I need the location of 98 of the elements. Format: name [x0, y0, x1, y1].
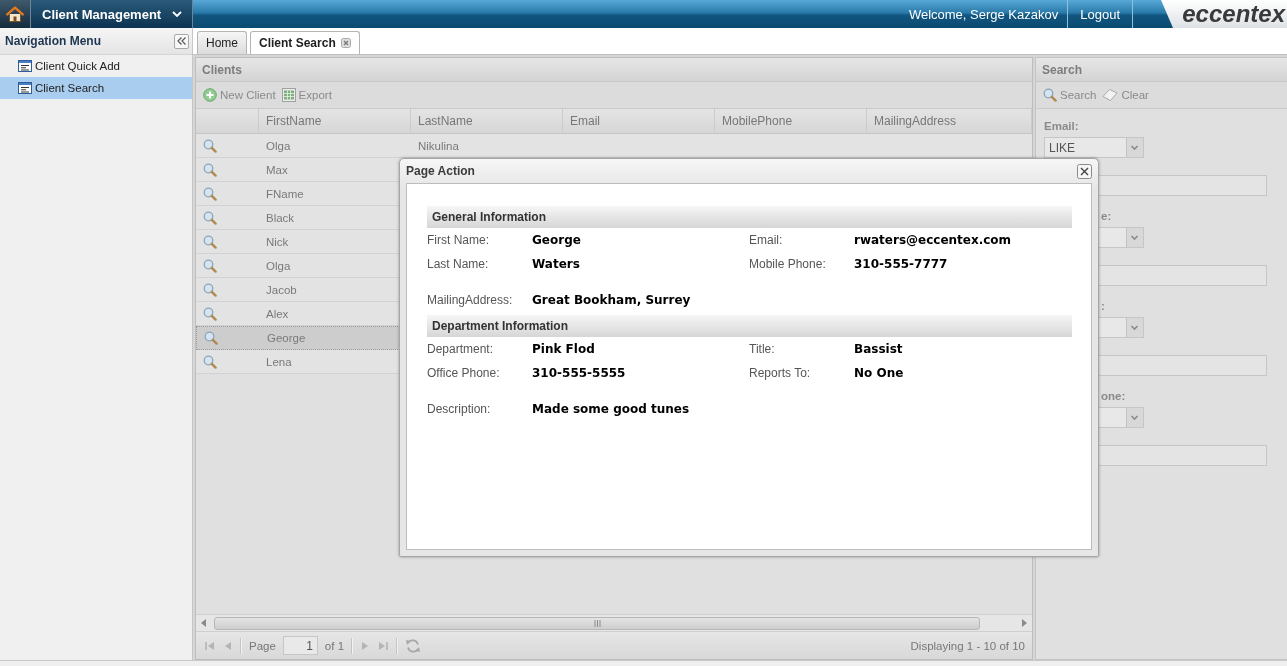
form-icon [18, 82, 32, 94]
form-icon [18, 60, 32, 72]
close-icon[interactable] [340, 38, 351, 48]
table-cell: George [267, 332, 306, 344]
column-header[interactable]: MobilePhone [715, 109, 867, 133]
horizontal-scrollbar[interactable] [196, 614, 1032, 631]
field-label: e: [1101, 209, 1112, 223]
field-value: Great Bookham, Surrey [532, 293, 691, 307]
double-chevron-icon [177, 37, 186, 45]
field-label: Department: [427, 342, 494, 356]
field-label: First Name: [427, 233, 489, 247]
table-cell: Nikulina [418, 139, 459, 152]
table-cell: Olga [266, 139, 291, 152]
field-value: 310-555-5555 [532, 366, 626, 380]
field-label: Email: [1044, 119, 1079, 133]
close-button[interactable] [1077, 163, 1092, 179]
magnifier-icon[interactable] [203, 354, 217, 369]
field-value: Made some good tunes [532, 402, 690, 416]
toolbar-button[interactable]: Search [1041, 86, 1099, 104]
field-label: Office Phone: [427, 366, 500, 380]
magnifier-icon[interactable] [203, 258, 217, 273]
field-label: Reports To: [749, 366, 811, 380]
last-page-icon[interactable] [377, 639, 390, 652]
field-value: rwaters@eccentex.com [854, 233, 1012, 247]
field-value: Pink Flod [532, 342, 595, 356]
sidebar-title: Navigation Menu [5, 34, 101, 48]
refresh-icon[interactable] [405, 637, 422, 654]
field-label: Last Name: [427, 257, 489, 271]
section-header: General Information [427, 206, 1072, 228]
column-header[interactable]: FirstName [259, 109, 411, 133]
dialog-title: Page Action [406, 164, 475, 178]
toolbar-button[interactable]: Clear [1100, 86, 1151, 104]
collapse-button[interactable] [174, 33, 189, 49]
toolbar-button[interactable]: New Client [201, 86, 278, 104]
column-header[interactable]: LastName [411, 109, 563, 133]
tab[interactable]: Client Search [250, 31, 360, 54]
nav-item[interactable]: Client Quick Add [0, 55, 192, 77]
chevron-down-icon[interactable] [1126, 318, 1143, 337]
field-value: Waters [532, 257, 580, 271]
field-label: one: [1101, 389, 1126, 403]
welcome-text: Welcome, Serge Kazakov [908, 6, 1059, 22]
chevron-down-icon[interactable] [1126, 228, 1143, 247]
page-count: of 1 [324, 639, 345, 652]
table-cell: Lena [266, 355, 292, 368]
field-label: Mobile Phone: [749, 257, 826, 271]
magnifier-icon[interactable] [203, 186, 217, 201]
scrollbar-thumb[interactable] [214, 616, 980, 630]
grip-icon [593, 619, 601, 627]
magnifier-icon[interactable] [203, 162, 217, 177]
table-cell: Black [266, 211, 295, 224]
page-label: Page [249, 639, 276, 652]
magnifier-icon[interactable] [203, 234, 217, 249]
toolbar-button[interactable]: Export [279, 86, 334, 104]
field-label: : [1101, 299, 1105, 313]
chevron-down-icon[interactable] [1126, 138, 1143, 157]
field-value: No One [854, 366, 904, 380]
magnifier-icon [1043, 88, 1057, 102]
field-value: Bassist [854, 342, 903, 356]
field-label: MailingAddress: [427, 293, 513, 307]
magnifier-icon[interactable] [204, 331, 218, 345]
left-arrow-icon[interactable] [201, 619, 207, 627]
panel-title: Search [1042, 62, 1083, 77]
table-cell: Olga [266, 259, 291, 272]
magnifier-icon[interactable] [203, 210, 217, 225]
field-label: Description: [427, 402, 491, 416]
table-cell: Jacob [266, 283, 297, 296]
home-button[interactable] [0, 0, 31, 28]
nav-item[interactable]: Client Search [0, 77, 192, 99]
module-menu-button[interactable]: Client Management [31, 0, 193, 28]
paging-summary: Displaying 1 - 10 of 10 [910, 639, 1025, 652]
table-cell: Max [266, 163, 288, 176]
spreadsheet-icon [281, 88, 296, 102]
column-header[interactable]: Email [563, 109, 715, 133]
section-header: Department Information [427, 315, 1072, 337]
close-icon [1077, 163, 1092, 179]
eraser-icon [1102, 88, 1119, 102]
magnifier-icon[interactable] [203, 282, 217, 297]
column-header[interactable]: MailingAddress [867, 109, 1032, 133]
field-value: George [532, 233, 581, 247]
previous-page-icon[interactable] [223, 639, 233, 652]
right-arrow-icon[interactable] [1021, 619, 1027, 627]
operator-dropdown[interactable]: LIKE [1044, 137, 1144, 158]
table-cell: Alex [266, 307, 289, 320]
field-label: Email: [749, 233, 783, 247]
first-page-icon[interactable] [204, 639, 216, 652]
chevron-down-icon [172, 11, 182, 17]
field-label: Title: [749, 342, 775, 356]
table-cell: Nick [266, 235, 289, 248]
house-icon [6, 6, 24, 22]
magnifier-icon[interactable] [203, 306, 217, 321]
table-cell: FName [266, 187, 304, 200]
magnifier-icon[interactable] [203, 138, 217, 153]
chevron-down-icon[interactable] [1126, 408, 1143, 427]
page-field[interactable]: 1 [282, 636, 318, 655]
plus-circle-icon [203, 88, 217, 102]
panel-title: Clients [202, 62, 242, 77]
tab[interactable]: Home [197, 31, 247, 54]
field-value: 310-555-7777 [854, 257, 948, 271]
